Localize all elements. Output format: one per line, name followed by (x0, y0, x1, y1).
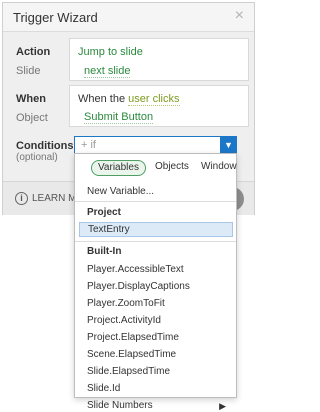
when-label: When (16, 93, 46, 105)
variable-item-textentry[interactable]: TextEntry (79, 222, 233, 237)
new-variable-item[interactable]: New Variable... (87, 186, 154, 197)
slide-label: Slide (16, 65, 41, 77)
section-built-in: Built-In (87, 246, 122, 257)
chevron-down-icon[interactable]: ▼ (220, 136, 237, 154)
tab-objects[interactable]: Objects (155, 160, 189, 176)
tab-variables[interactable]: Variables (91, 160, 146, 176)
variable-item[interactable]: Project.ElapsedTime (87, 332, 179, 343)
when-value-link[interactable]: user clicks (128, 93, 180, 106)
section-project: Project (87, 207, 121, 218)
dropdown-divider (75, 201, 236, 202)
variable-item[interactable]: Player.AccessibleText (87, 264, 184, 275)
chevron-right-icon: ▶ (219, 401, 226, 411)
variable-item[interactable]: Slide.Id (87, 383, 120, 394)
tab-window[interactable]: Window (201, 160, 237, 176)
conditions-label: Conditions (16, 140, 74, 152)
variable-item[interactable]: Player.DisplayCaptions (87, 281, 190, 292)
dialog-title: Trigger Wizard (13, 10, 98, 25)
conditions-placeholder: + if (81, 139, 96, 151)
action-label: Action (16, 46, 51, 58)
close-icon[interactable]: × (235, 7, 244, 25)
variable-item[interactable]: Project.ActivityId (87, 315, 161, 326)
conditions-select[interactable]: + if ▼ (74, 136, 237, 154)
object-value-link[interactable]: Submit Button (84, 111, 154, 124)
dialog-titlebar: Trigger Wizard × (3, 3, 254, 32)
when-prefix: When the user clicks (78, 93, 180, 106)
action-card: Jump to slide next slide (69, 38, 249, 81)
variable-item[interactable]: Scene.ElapsedTime (87, 349, 176, 360)
slide-value-link[interactable]: next slide (84, 65, 131, 78)
info-icon: i (15, 192, 28, 205)
conditions-dropdown: Variables Objects Window New Variable...… (74, 153, 237, 411)
conditions-sublabel: (optional) (16, 152, 58, 163)
when-card: When the user clicks Submit Button (69, 85, 249, 127)
variable-item-slide-numbers[interactable]: Slide Numbers (87, 400, 153, 411)
action-value-link[interactable]: Jump to slide (78, 46, 143, 58)
when-prefix-text: When the (78, 93, 126, 105)
variable-item[interactable]: Slide.ElapsedTime (87, 366, 170, 377)
dropdown-divider (75, 241, 236, 242)
variable-item[interactable]: Player.ZoomToFit (87, 298, 165, 309)
object-label: Object (16, 112, 48, 124)
